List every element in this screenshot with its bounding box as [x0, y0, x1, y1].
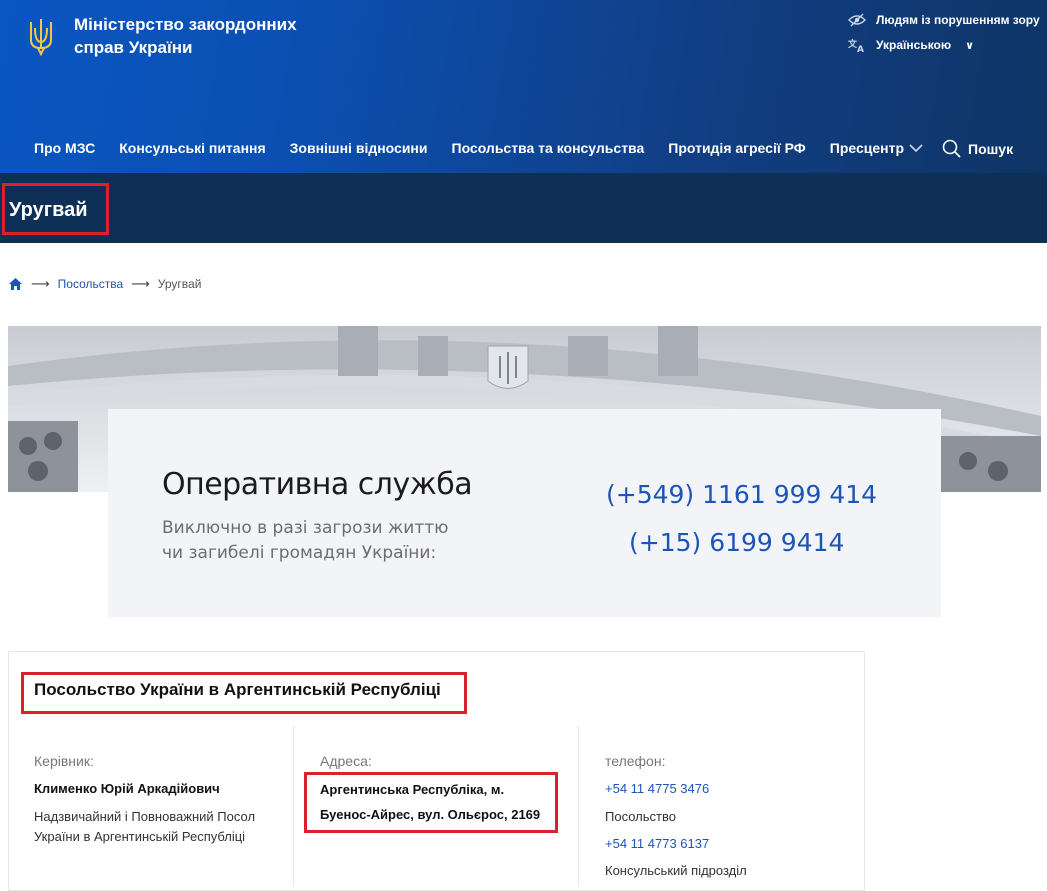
- breadcrumb: ⟶ Посольства ⟶ Уругвай: [8, 276, 201, 292]
- page-title: Уругвай: [9, 199, 88, 221]
- language-label: Українською: [876, 38, 952, 52]
- chevron-down-icon: ∨: [965, 39, 975, 52]
- search-label: Пошук: [968, 140, 1014, 157]
- embassy-phone-1[interactable]: +54 11 4775 3476: [605, 781, 709, 796]
- ministry-name[interactable]: Міністерство закордонних справ України: [74, 13, 297, 59]
- nav-item-embassies[interactable]: Посольства та консульства: [452, 140, 645, 156]
- emergency-title: Оперативна служба: [162, 467, 473, 502]
- accessibility-link[interactable]: Людям із порушенням зору: [848, 13, 1040, 27]
- eye-accessibility-icon: [848, 13, 866, 27]
- nav-item-about[interactable]: Про МЗС: [34, 140, 95, 156]
- address-line1: Аргентинська Республіка, м.: [320, 782, 505, 797]
- translate-icon: 文 A: [848, 38, 864, 52]
- address-label: Адреса:: [320, 753, 372, 769]
- embassy-title: Посольство України в Аргентинській Респу…: [34, 680, 441, 699]
- emergency-subtitle-line2: чи загибелі громадян України:: [162, 543, 437, 563]
- head-position: Надзвичайний і Повноважний Посол України…: [34, 809, 256, 844]
- arrow-right-icon: ⟶: [131, 276, 150, 291]
- column-divider: [578, 726, 579, 886]
- language-selector[interactable]: 文 A Українською ∨: [848, 38, 974, 52]
- emergency-subtitle-line1: Виключно в разі загрози життю: [162, 518, 449, 538]
- nav-more-chevron-icon[interactable]: [907, 141, 925, 155]
- ministry-name-line1: Міністерство закордонних: [74, 15, 297, 34]
- embassy-phone-1-note: Посольство: [605, 809, 676, 824]
- emergency-service-panel: [108, 409, 941, 617]
- emergency-phone-1[interactable]: (+549) 1161 999 414: [606, 480, 877, 509]
- phone-label: телефон:: [605, 753, 666, 769]
- address-line2: Буенос-Айрес, вул. Ольєрос, 2169: [320, 807, 541, 822]
- embassy-phone-2-note: Консульський підрозділ: [605, 863, 747, 878]
- emergency-phone-2[interactable]: (+15) 6199 9414: [629, 528, 844, 557]
- embassy-phone-2[interactable]: +54 11 4773 6137: [605, 836, 709, 851]
- search-button[interactable]: Пошук: [942, 139, 1013, 158]
- breadcrumb-current: Уругвай: [157, 277, 202, 291]
- svg-text:A: A: [857, 45, 864, 52]
- column-divider: [293, 726, 294, 886]
- nav-item-press-center[interactable]: Пресцентр: [830, 140, 904, 156]
- nav-item-consular[interactable]: Консульські питання: [119, 140, 265, 156]
- ministry-name-line2: справ України: [74, 38, 193, 57]
- home-icon[interactable]: [8, 277, 23, 291]
- nav-item-foreign-relations[interactable]: Зовнішні відносини: [290, 140, 428, 156]
- emergency-subtitle: Виключно в разі загрози життю чи загибел…: [162, 516, 448, 566]
- main-nav: Про МЗС Консульські питання Зовнішні від…: [34, 140, 928, 156]
- address-value: Аргентинська Республіка, м. Буенос-Айрес…: [320, 777, 540, 827]
- head-label: Керівник:: [34, 753, 94, 769]
- nav-item-counter-aggression[interactable]: Протидія агресії РФ: [668, 140, 806, 156]
- breadcrumb-embassies-link[interactable]: Посольства: [58, 277, 124, 291]
- site-header: Міністерство закордонних справ України Л…: [0, 0, 1047, 173]
- search-icon: [942, 139, 961, 158]
- page-title-band: [0, 173, 1047, 243]
- trident-logo-icon[interactable]: [29, 18, 53, 56]
- head-name: Клименко Юрій Аркадійович: [34, 781, 220, 796]
- arrow-right-icon: ⟶: [31, 276, 50, 291]
- accessibility-label: Людям із порушенням зору: [876, 13, 1040, 27]
